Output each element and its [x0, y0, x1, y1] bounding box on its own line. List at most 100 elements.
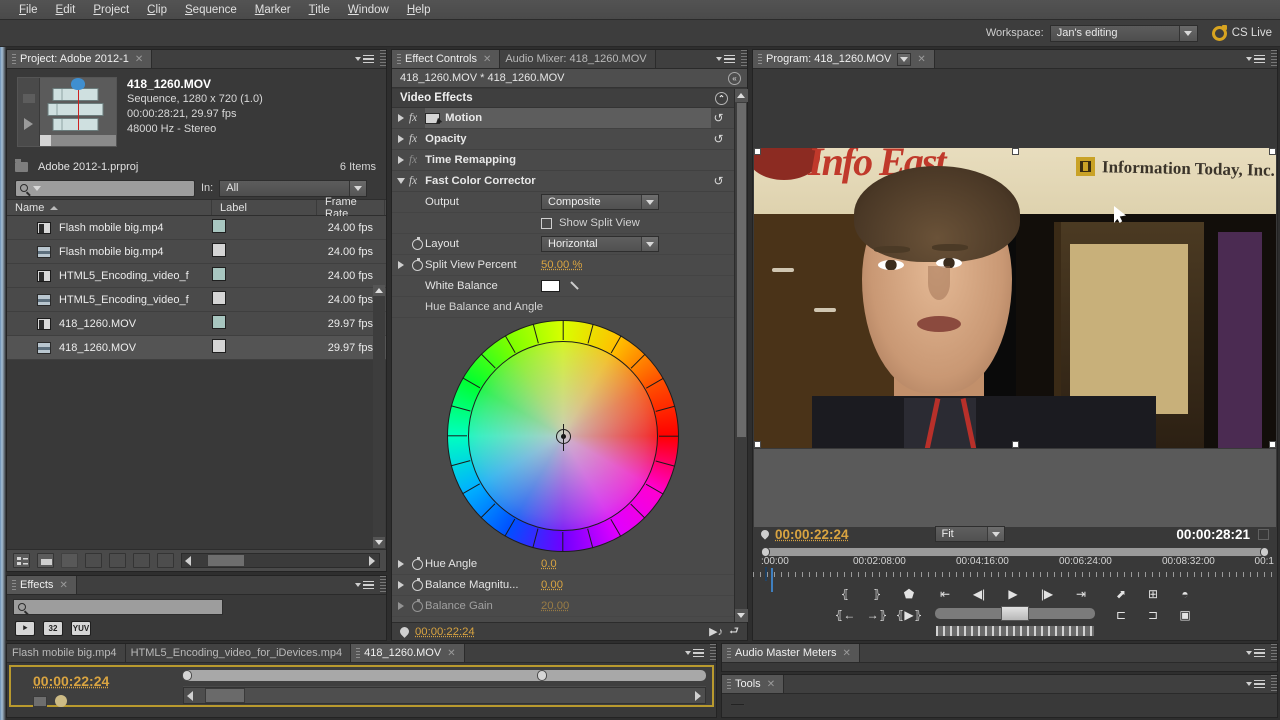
fx-icon[interactable]: fx — [409, 175, 417, 187]
stopwatch-icon[interactable] — [411, 556, 423, 570]
go-to-out-icon[interactable]: →⦄ — [867, 607, 888, 622]
go-to-previous-edit-icon[interactable]: ⇤ — [935, 586, 955, 601]
set-out-point-icon[interactable]: ⦄ — [867, 586, 887, 601]
thumbnail-scrollbar[interactable] — [40, 135, 116, 146]
disclosure-triangle-icon[interactable] — [392, 156, 409, 164]
tab-tools[interactable]: Tools ✕ — [722, 675, 785, 693]
tab-audio-master-meters[interactable]: Audio Master Meters ✕ — [722, 644, 860, 662]
cs-live-button[interactable]: CS Live — [1211, 24, 1272, 41]
drag-grip-icon[interactable] — [727, 647, 731, 659]
effects-search-input[interactable] — [13, 599, 223, 615]
balance-magnitude-value[interactable]: 0.00 — [541, 579, 563, 591]
extract-icon[interactable]: ⊐ — [1143, 607, 1163, 622]
label-swatch[interactable] — [212, 315, 226, 329]
effect-row-motion[interactable]: fx Motion ↺ — [392, 108, 734, 129]
table-row[interactable]: 418_1260.MOV 29.97 fps — [7, 312, 386, 336]
panel-menu-icon[interactable] — [355, 54, 374, 64]
scroll-up-icon[interactable] — [734, 89, 748, 102]
hand-tool-icon[interactable] — [905, 698, 920, 711]
effect-controls-scrollbar[interactable] — [734, 89, 748, 622]
crop-handle[interactable] — [1269, 441, 1276, 448]
collapse-left-icon[interactable]: « — [728, 71, 741, 85]
tab-program-monitor[interactable]: Program: 418_1260.MOV ✕ — [753, 50, 935, 68]
chevron-down-icon[interactable] — [641, 195, 658, 209]
wheel-handle[interactable] — [555, 423, 571, 451]
menu-item-file[interactable]: File — [10, 2, 47, 18]
split-percent-value[interactable]: 50.00 % — [541, 259, 582, 271]
zoom-handle-right[interactable] — [537, 670, 547, 681]
menu-item-title[interactable]: Title — [300, 2, 339, 18]
play-in-to-out-icon[interactable]: ⦃▶⦄ — [896, 607, 923, 622]
table-row[interactable]: Flash mobile big.mp4 24.00 fps — [7, 216, 386, 240]
disclosure-triangle-icon[interactable] — [392, 178, 409, 184]
project-search-input[interactable] — [15, 179, 195, 197]
chevron-down-icon[interactable] — [349, 180, 367, 196]
lift-icon[interactable]: ⊏ — [1111, 607, 1131, 622]
disclosure-triangle-icon[interactable] — [392, 560, 409, 568]
fx-icon[interactable]: fx — [409, 112, 417, 124]
slider-knob[interactable] — [207, 554, 245, 567]
clip-thumbnail[interactable] — [17, 77, 117, 147]
duration-mode-icon[interactable] — [1257, 528, 1269, 540]
drag-grip-icon[interactable] — [12, 53, 16, 65]
drag-grip-icon[interactable] — [12, 579, 16, 591]
snapshot-icon[interactable]: ▣ — [1175, 607, 1195, 622]
column-header-label[interactable]: Label — [212, 200, 317, 215]
stopwatch-icon[interactable] — [411, 598, 423, 612]
zoom-level-select[interactable]: Fit — [934, 526, 1005, 542]
reset-icon[interactable]: ↺ — [711, 111, 726, 126]
timeline-zoom-bar[interactable] — [182, 670, 706, 681]
jog-wheel[interactable] — [935, 625, 1095, 637]
drag-grip-icon[interactable] — [397, 53, 401, 65]
chevron-down-icon[interactable] — [641, 237, 658, 251]
go-to-next-edit-icon[interactable]: ⇥ — [1071, 586, 1091, 601]
panel-menu-icon[interactable] — [685, 648, 704, 658]
32bit-effects-icon[interactable]: 32 — [43, 621, 63, 636]
stopwatch-icon[interactable] — [411, 577, 423, 591]
tab-project[interactable]: Project: Adobe 2012-1 ✕ — [7, 50, 153, 68]
menu-item-sequence[interactable]: Sequence — [176, 2, 246, 18]
show-split-view-checkbox[interactable] — [541, 217, 552, 229]
disclosure-triangle-icon[interactable] — [392, 602, 409, 610]
yuv-effects-icon[interactable]: YUV — [71, 621, 91, 636]
scrollbar-thumb[interactable] — [735, 102, 747, 438]
close-icon[interactable]: ✕ — [842, 648, 850, 659]
crop-handle[interactable] — [1012, 441, 1019, 448]
timeline-timecode[interactable]: 00:00:22:24 — [33, 673, 109, 689]
chevron-down-icon[interactable] — [1178, 25, 1197, 41]
play-icon[interactable] — [24, 118, 33, 131]
slip-tool-icon[interactable] — [880, 698, 895, 711]
stopwatch-icon[interactable] — [411, 236, 423, 250]
shuttle-slider[interactable] — [935, 606, 1095, 621]
hue-balance-color-wheel[interactable] — [447, 320, 679, 552]
panel-resize-grip[interactable] — [1271, 675, 1277, 693]
panel-resize-grip[interactable] — [380, 50, 386, 68]
panel-resize-grip[interactable] — [380, 576, 386, 594]
close-icon[interactable]: ✕ — [767, 679, 775, 690]
tab-timeline-html5[interactable]: HTML5_Encoding_video_for_iDevices.mp4 — [125, 644, 352, 662]
safe-margins-icon[interactable]: ⊞ — [1143, 586, 1163, 601]
track-select-tool-icon[interactable] — [755, 698, 770, 711]
panel-menu-icon[interactable] — [1246, 679, 1265, 689]
tab-effect-controls[interactable]: Effect Controls ✕ — [392, 50, 501, 68]
export-frame-icon[interactable]: ⬈ — [1111, 586, 1131, 601]
table-row[interactable]: 418_1260.MOV 29.97 fps — [7, 336, 386, 360]
selection-tool-icon[interactable] — [730, 703, 745, 706]
playhead-head[interactable] — [765, 567, 767, 581]
thumbnail-size-slider[interactable] — [181, 553, 380, 568]
close-icon[interactable]: ✕ — [59, 580, 67, 591]
accelerated-effects-icon[interactable]: ⯈ — [15, 621, 35, 636]
timeline-content[interactable]: 00:00:22:24 00:00:08:0000:00:16:0000:00:… — [9, 665, 714, 707]
crop-handle[interactable] — [754, 441, 761, 448]
scrollbar-knob[interactable] — [205, 688, 245, 703]
drag-grip-icon[interactable] — [758, 53, 762, 65]
table-row[interactable]: HTML5_Encoding_video_f 24.00 fps — [7, 264, 386, 288]
rolling-edit-tool-icon[interactable] — [805, 698, 820, 711]
panel-menu-icon[interactable] — [1246, 54, 1265, 64]
effect-row-time-remapping[interactable]: fx Time Remapping — [392, 150, 734, 171]
effect-row-opacity[interactable]: fx Opacity ↺ — [392, 129, 734, 150]
go-to-in-icon[interactable]: ⦃← — [835, 607, 856, 622]
label-swatch[interactable] — [212, 291, 226, 305]
scroll-down-icon[interactable] — [734, 609, 748, 622]
eyedropper-icon[interactable] — [570, 280, 582, 292]
